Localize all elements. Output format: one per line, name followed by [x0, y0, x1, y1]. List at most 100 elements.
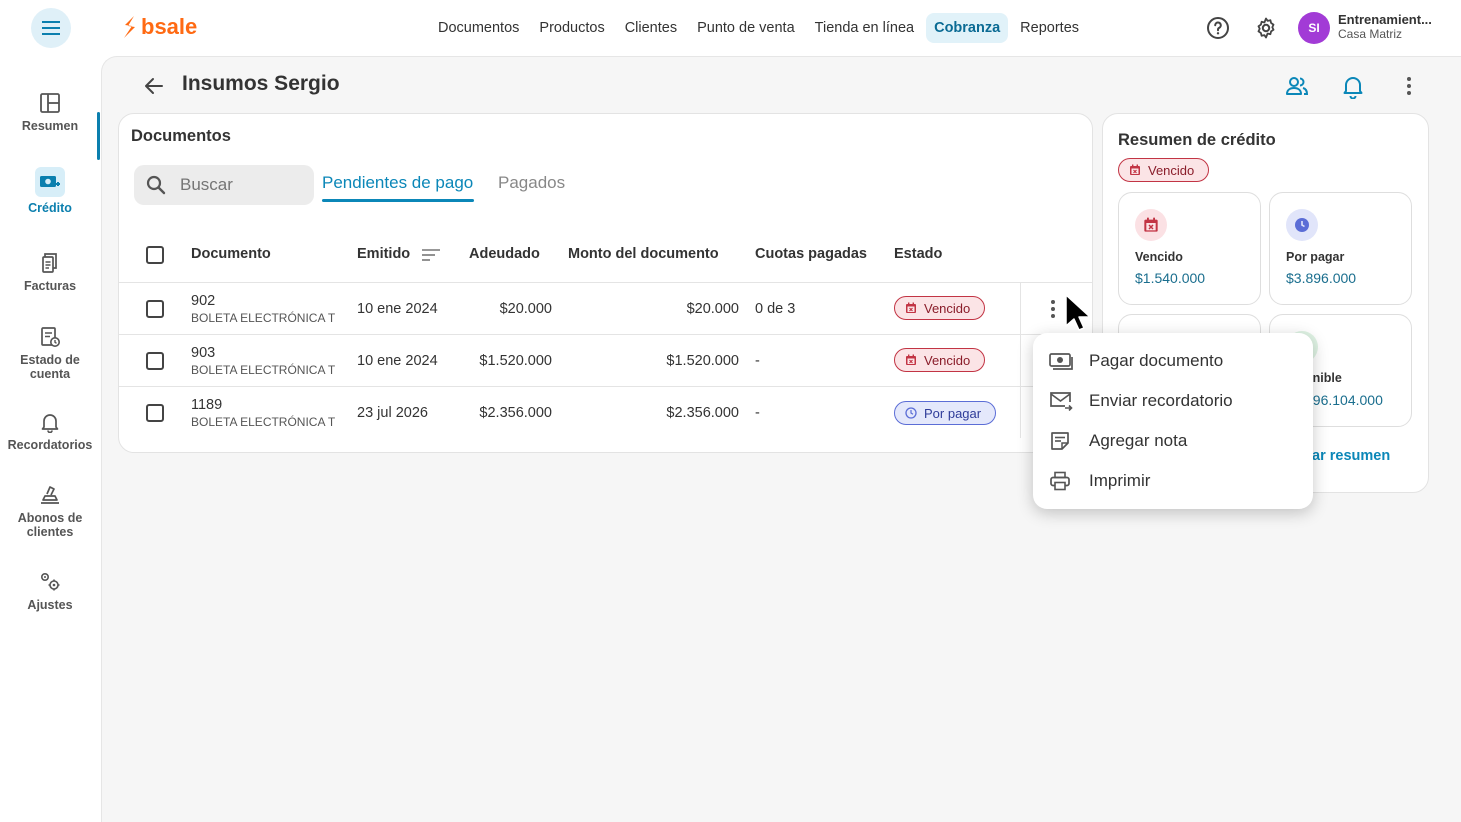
contacts-icon[interactable]	[1284, 73, 1310, 99]
calendar-x-icon	[906, 354, 916, 365]
sidebar-item-label: Ajustes	[27, 598, 73, 612]
overdue-icon	[1135, 209, 1167, 241]
actions-column-divider	[1020, 283, 1021, 438]
hamburger-icon	[42, 21, 60, 35]
credit-status-badge: Vencido	[1118, 158, 1210, 182]
sidebar-item-label: Facturas	[23, 279, 77, 293]
user-branch: Casa Matriz	[1338, 27, 1403, 41]
nav-documentos[interactable]: Documentos	[430, 13, 527, 43]
status-badge: Vencido	[894, 296, 986, 320]
installments-paid: -	[755, 353, 760, 369]
menu-item-pagar-documento[interactable]: Pagar documento	[1033, 341, 1313, 381]
sidebar-item-facturas[interactable]: Facturas	[0, 252, 100, 293]
credit-card-por-pagar: Por pagar $3.896.000	[1269, 192, 1412, 305]
column-header-monto: Monto del documento	[568, 246, 719, 262]
credit-card-value: $3.896.000	[1286, 270, 1357, 286]
nav-reportes[interactable]: Reportes	[1012, 13, 1087, 43]
nav-cobranza[interactable]: Cobranza	[926, 13, 1009, 43]
menu-toggle-button[interactable]	[31, 8, 71, 48]
document-type: BOLETA ELECTRÓNICA T	[191, 415, 336, 429]
owed-amount: $2.356.000	[479, 405, 552, 421]
document-type: BOLETA ELECTRÓNICA T	[191, 311, 336, 325]
row-checkbox[interactable]	[146, 352, 164, 370]
gear-icon[interactable]	[1254, 16, 1278, 40]
nav-punto-de-venta[interactable]: Punto de venta	[689, 13, 803, 43]
owed-amount: $1.520.000	[479, 353, 552, 369]
note-icon	[1051, 432, 1069, 450]
sidebar-item-recordatorios[interactable]: Recordatorios	[0, 411, 100, 452]
credit-card-label: Vencido	[1135, 250, 1183, 264]
sidebar-item-estado-de-cuenta[interactable]: Estado de cuenta	[0, 326, 100, 381]
column-header-adeudado: Adeudado	[469, 246, 540, 262]
sidebar-item-label: Abonos de clientes	[17, 511, 83, 539]
sidebar-item-abonos-de-clientes[interactable]: Abonos de clientes	[0, 484, 100, 539]
avatar[interactable]: SI	[1298, 12, 1330, 44]
tab-pagados[interactable]: Pagados	[498, 173, 565, 193]
column-header-documento: Documento	[191, 246, 271, 262]
installments-paid: 0 de 3	[755, 301, 796, 317]
help-icon[interactable]	[1206, 16, 1230, 40]
sidebar-item-resumen[interactable]: Resumen	[0, 92, 100, 133]
row-actions-icon[interactable]	[1046, 298, 1060, 320]
documents-title: Documentos	[131, 127, 231, 145]
row-actions-menu: Pagar documento Enviar recordatorio Agre…	[1033, 333, 1313, 509]
sidebar-item-label: Resumen	[21, 119, 79, 133]
money-icon	[1049, 353, 1073, 370]
status-label: Vencido	[924, 300, 971, 316]
sidebar-active-indicator	[97, 112, 100, 160]
notification-bell-icon[interactable]	[1340, 73, 1366, 99]
document-amount: $2.356.000	[666, 405, 739, 421]
document-amount: $1.520.000	[666, 353, 739, 369]
column-header-cuotas: Cuotas pagadas	[755, 246, 867, 262]
credit-card-label: Por pagar	[1286, 250, 1345, 264]
document-number: 903	[191, 345, 216, 361]
issued-date: 23 jul 2026	[357, 405, 428, 421]
document-type: BOLETA ELECTRÓNICA T	[191, 363, 336, 377]
bsale-logo-icon	[124, 16, 135, 38]
column-header-estado: Estado	[894, 246, 943, 262]
view-summary-link[interactable]: iar resumen	[1308, 448, 1390, 464]
brand-logo[interactable]: bsale	[122, 14, 197, 40]
nav-clientes[interactable]: Clientes	[617, 13, 685, 43]
status-label: Por pagar	[924, 405, 982, 421]
sidebar-item-credito[interactable]: Crédito	[0, 167, 100, 215]
document-number: 1189	[191, 397, 223, 413]
status-badge: Por pagar	[894, 401, 997, 425]
invoice-icon	[42, 253, 57, 273]
row-checkbox[interactable]	[146, 300, 164, 318]
top-bar: bsale Documentos Productos Clientes Punt…	[0, 0, 1461, 56]
menu-item-label: Agregar nota	[1089, 431, 1188, 450]
tab-pendientes-de-pago[interactable]: Pendientes de pago	[322, 173, 473, 193]
sort-icon[interactable]	[421, 248, 441, 262]
row-divider	[119, 282, 1092, 283]
clock-icon	[905, 407, 917, 419]
document-number: 902	[191, 293, 216, 309]
payment-icon	[41, 486, 59, 504]
select-all-checkbox[interactable]	[146, 246, 164, 264]
menu-item-agregar-nota[interactable]: Agregar nota	[1033, 421, 1313, 461]
search-input[interactable]	[180, 175, 290, 195]
row-checkbox[interactable]	[146, 404, 164, 422]
menu-item-imprimir[interactable]: Imprimir	[1033, 461, 1313, 501]
credit-summary-title: Resumen de crédito	[1118, 131, 1276, 149]
user-info[interactable]: Entrenamient... Casa Matriz	[1338, 12, 1432, 42]
nav-tienda-en-linea[interactable]: Tienda en línea	[807, 13, 922, 43]
user-name: Entrenamient...	[1338, 12, 1432, 27]
menu-item-enviar-recordatorio[interactable]: Enviar recordatorio	[1033, 381, 1313, 421]
more-options-icon[interactable]	[1396, 73, 1422, 99]
credit-card-vencido: Vencido $1.540.000	[1118, 192, 1261, 305]
back-arrow-icon[interactable]	[142, 74, 166, 98]
statement-icon	[41, 327, 60, 347]
search-box[interactable]	[134, 165, 314, 205]
nav-productos[interactable]: Productos	[531, 13, 612, 43]
menu-item-label: Imprimir	[1089, 471, 1151, 490]
document-amount: $20.000	[686, 301, 739, 317]
column-header-emitido[interactable]: Emitido	[357, 246, 410, 262]
credit-card-value: $1.540.000	[1135, 270, 1206, 286]
clock-icon	[1286, 209, 1318, 241]
calendar-x-icon	[1130, 164, 1140, 175]
sidebar-item-ajustes[interactable]: Ajustes	[0, 571, 100, 612]
active-tab-indicator	[322, 199, 474, 202]
main-nav: Documentos Productos Clientes Punto de v…	[430, 13, 1087, 43]
layout-icon	[40, 93, 60, 113]
